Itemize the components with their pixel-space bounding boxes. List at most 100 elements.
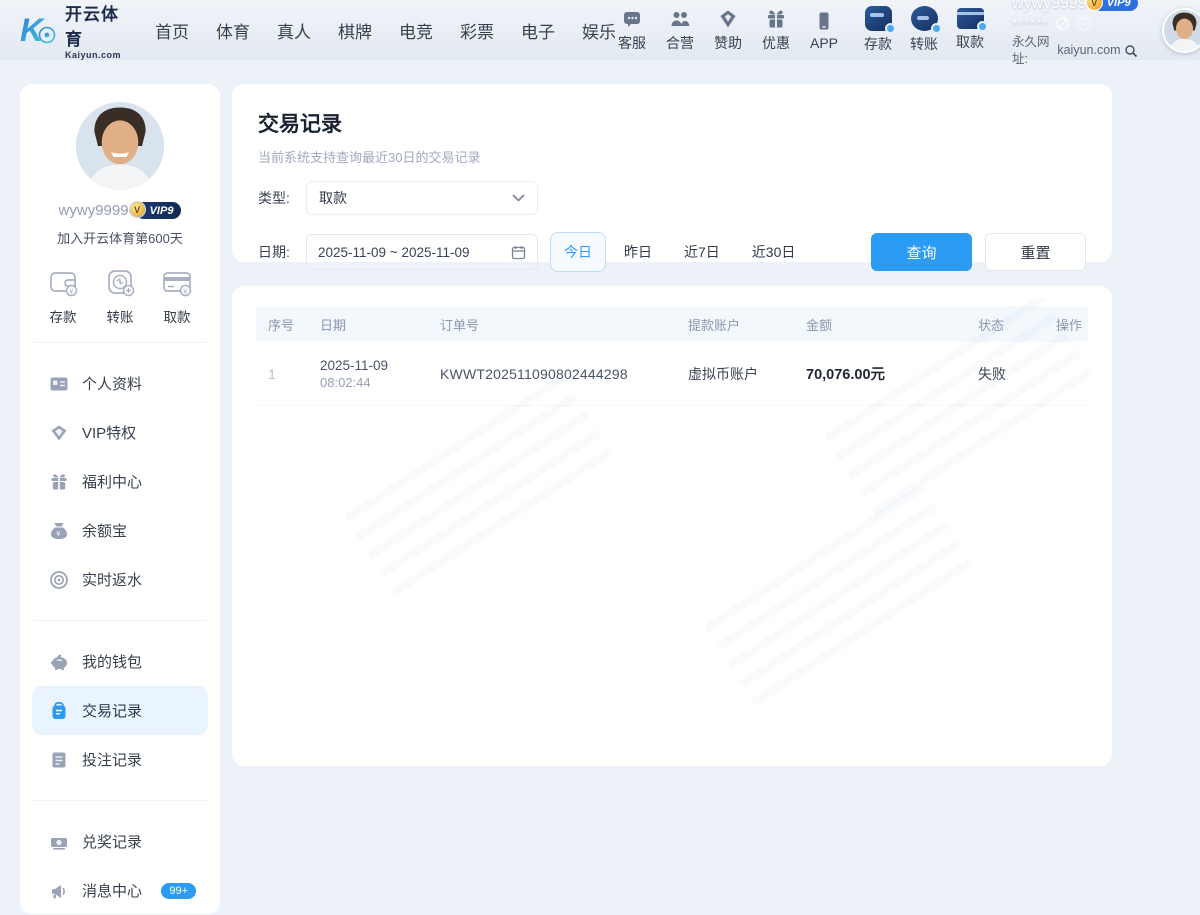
row-index: 1	[256, 366, 308, 382]
sidebar-item-my-wallet[interactable]: 我的钱包	[32, 637, 208, 686]
service-label: 优惠	[762, 33, 790, 53]
col-index: 序号	[256, 315, 308, 334]
row-account: 虚拟币账户	[676, 364, 794, 384]
col-order-no: 订单号	[428, 315, 676, 334]
brand-name: 开云体育	[65, 0, 121, 50]
refresh-balance-icon[interactable]	[1077, 16, 1092, 31]
diamond-icon	[49, 423, 69, 443]
promo-gift-icon	[765, 8, 787, 30]
topbar: K 开云体育 Kaiyun.com 首页 体育 真人 棋牌 电竞 彩票 电子 娱…	[0, 0, 1200, 60]
deposit-icon	[865, 6, 892, 31]
topbar-avatar[interactable]	[1162, 8, 1200, 53]
page-title: 交易记录	[258, 108, 1086, 138]
filter-card: 交易记录 当前系统支持查询最近30日的交易记录 类型: 取款 日期: 2025-…	[232, 84, 1112, 262]
sidebar-item-live-rebate[interactable]: 实时返水	[32, 555, 208, 604]
sidebar-item-message-center[interactable]: 消息中心 99+	[32, 866, 208, 915]
quick-date-today[interactable]: 今日	[550, 232, 606, 272]
bet-record-icon	[49, 750, 69, 770]
sidebar-transfer-action[interactable]: 转账	[103, 265, 137, 326]
col-date: 日期	[308, 315, 428, 334]
svg-text:¥: ¥	[69, 288, 73, 295]
sidebar-item-prize-records[interactable]: 兑奖记录	[32, 817, 208, 866]
reset-button[interactable]: 重置	[985, 233, 1086, 271]
chevron-down-icon	[512, 194, 525, 202]
divider	[34, 800, 206, 801]
sidebar-username: wywy9999	[59, 202, 129, 219]
sidebar-item-vip-privileges[interactable]: VIP特权	[32, 408, 208, 457]
brand-logo[interactable]: K 开云体育 Kaiyun.com	[18, 0, 121, 60]
type-label: 类型:	[258, 188, 306, 208]
watermark	[343, 374, 621, 608]
masked-balance: ******	[1012, 15, 1048, 33]
service-label: 赞助	[714, 33, 742, 53]
records-table-card: 序号 日期 订单号 提款账户 金额 状态 操作 1 2025-11-09 08:…	[232, 286, 1112, 766]
sidebar: wywy9999 V VIP9 加入开云体育第600天 ¥ 存款 转账 ¥ 取款	[20, 84, 220, 914]
col-amount: 金额	[794, 315, 966, 334]
svg-text:¥: ¥	[183, 288, 187, 295]
transfer-label: 转账	[910, 34, 938, 54]
nav-home[interactable]: 首页	[155, 18, 189, 43]
username: wywy9999	[1012, 0, 1087, 14]
prize-icon	[49, 832, 69, 852]
id-card-icon	[49, 374, 69, 394]
sidebar-item-profile[interactable]: 个人资料	[32, 359, 208, 408]
service-app[interactable]: APP	[808, 10, 840, 51]
bank-card-icon: ¥	[160, 265, 194, 299]
nav-sports[interactable]: 体育	[216, 18, 250, 43]
search-button[interactable]: 查询	[871, 233, 972, 271]
date-range-value: 2025-11-09 ~ 2025-11-09	[318, 245, 470, 260]
vip-badge: V VIP9	[1093, 0, 1138, 11]
calendar-icon	[511, 245, 526, 260]
nav-board-games[interactable]: 棋牌	[338, 18, 372, 43]
sidebar-avatar[interactable]	[76, 102, 164, 190]
date-range-input[interactable]: 2025-11-09 ~ 2025-11-09	[306, 234, 538, 270]
watermark	[703, 484, 981, 718]
col-account: 提款账户	[676, 315, 794, 334]
quick-date-yesterday[interactable]: 昨日	[610, 232, 666, 272]
sidebar-item-betting-records[interactable]: 投注记录	[32, 735, 208, 784]
rebate-icon	[49, 570, 69, 590]
magnifier-icon[interactable]	[1124, 44, 1138, 58]
row-datetime: 2025-11-09 08:02:44	[308, 358, 428, 390]
kaiyun-logo-icon: K	[18, 10, 58, 50]
date-label: 日期:	[258, 242, 306, 262]
eye-off-icon[interactable]	[1055, 16, 1070, 31]
moneybag-icon: ¥	[49, 521, 69, 541]
service-promo[interactable]: 优惠	[760, 8, 792, 53]
sidebar-item-yuebao[interactable]: ¥ 余额宝	[32, 506, 208, 555]
permanent-url[interactable]: kaiyun.com	[1057, 42, 1120, 59]
membership-days-text: 加入开云体育第600天	[20, 228, 220, 247]
sidebar-deposit-action[interactable]: ¥ 存款	[46, 265, 80, 326]
nav-live-casino[interactable]: 真人	[277, 18, 311, 43]
transaction-bag-icon	[49, 701, 69, 721]
sidebar-withdraw-action[interactable]: ¥ 取款	[160, 265, 194, 326]
nav-entertainment[interactable]: 娱乐	[582, 18, 616, 43]
sidebar-item-transaction-records[interactable]: 交易记录	[32, 686, 208, 735]
deposit-label: 存款	[864, 34, 892, 54]
service-customer[interactable]: 客服	[616, 8, 648, 53]
sidebar-item-welfare-center[interactable]: 福利中心	[32, 457, 208, 506]
quick-date-7days[interactable]: 近7日	[670, 232, 734, 272]
topbar-withdraw[interactable]: 取款	[954, 6, 986, 54]
page-subtitle: 当前系统支持查询最近30日的交易记录	[258, 147, 1086, 166]
nav-lottery[interactable]: 彩票	[460, 18, 494, 43]
topbar-deposit[interactable]: 存款	[862, 6, 894, 54]
topbar-transfer[interactable]: 转账	[908, 6, 940, 54]
quick-date-30days[interactable]: 近30日	[738, 232, 810, 272]
message-count-badge: 99+	[161, 883, 196, 899]
partners-icon	[669, 8, 691, 30]
service-partners[interactable]: 合营	[664, 8, 696, 53]
transfer-icon	[911, 6, 938, 31]
type-select[interactable]: 取款	[306, 181, 538, 215]
nav-esports[interactable]: 电竞	[399, 18, 433, 43]
mobile-app-icon	[813, 10, 835, 32]
service-sponsor[interactable]: 赞助	[712, 8, 744, 53]
nav-slots[interactable]: 电子	[521, 18, 555, 43]
permanent-url-label: 永久网址:	[1012, 34, 1054, 68]
divider	[34, 620, 206, 621]
exchange-icon	[103, 265, 137, 299]
vip-medal-icon: V	[1086, 0, 1103, 11]
piggy-bank-icon	[49, 652, 69, 672]
customer-service-icon	[621, 8, 643, 30]
table-header-row: 序号 日期 订单号 提款账户 金额 状态 操作	[256, 306, 1088, 342]
